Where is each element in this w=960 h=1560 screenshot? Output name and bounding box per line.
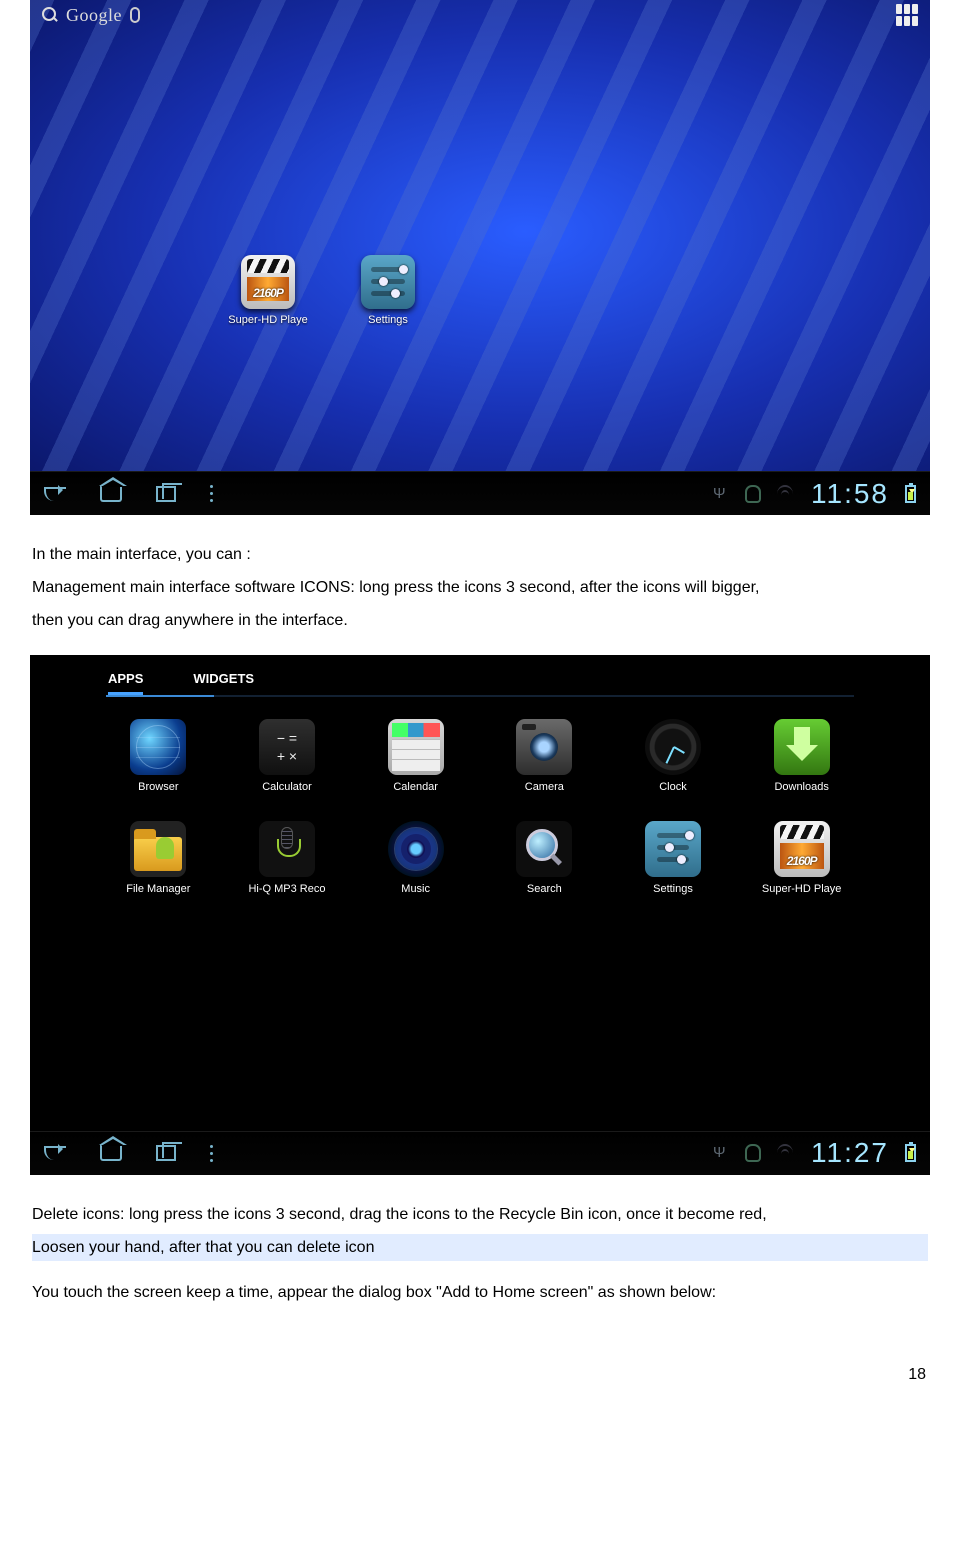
app-super-hd[interactable]: Super-HD Playe (745, 821, 858, 895)
search-icon[interactable] (42, 7, 58, 23)
android-debug-icon (745, 485, 761, 503)
back-button[interactable] (44, 487, 66, 501)
app-downloads[interactable]: Downloads (745, 719, 858, 793)
clock-icon (645, 719, 701, 775)
app-calculator[interactable]: Calculator (231, 719, 344, 793)
app-label: Calculator (231, 781, 344, 793)
doc-paragraph-1: In the main interface, you can : Managem… (32, 541, 928, 635)
app-label: Camera (488, 781, 601, 793)
app-search[interactable]: Search (488, 821, 601, 895)
home-icon-superhd[interactable]: Super-HD Playe (228, 255, 308, 326)
magnifier-icon (516, 821, 572, 877)
calendar-icon (388, 719, 444, 775)
more-button[interactable] (210, 1143, 234, 1163)
tab-underline (106, 695, 854, 697)
icon-label: Super-HD Playe (228, 314, 308, 326)
text-line: In the main interface, you can : (32, 541, 928, 568)
app-drawer-button[interactable] (896, 4, 918, 26)
home-icon-row: Super-HD Playe Settings (228, 255, 428, 326)
usb-icon (713, 1144, 729, 1162)
app-grid: Browser Calculator Calendar Camera Clock… (102, 719, 858, 895)
clock: 11:27 (811, 1137, 889, 1169)
android-debug-icon (745, 1144, 761, 1162)
app-label: Calendar (359, 781, 472, 793)
speaker-icon (388, 821, 444, 877)
app-label: Downloads (745, 781, 858, 793)
tab-apps[interactable]: APPS (108, 671, 143, 695)
doc-paragraph-2: Delete icons: long press the icons 3 sec… (32, 1201, 928, 1307)
app-calendar[interactable]: Calendar (359, 719, 472, 793)
text-line: Delete icons: long press the icons 3 sec… (32, 1201, 928, 1228)
drawer-tabs: APPS WIDGETS (108, 671, 254, 695)
app-file-manager[interactable]: File Manager (102, 821, 215, 895)
text-line: Management main interface software ICONS… (32, 574, 928, 601)
download-icon (774, 719, 830, 775)
system-navbar: 11:58 (30, 471, 930, 515)
screenshot-home: Google Super-HD Playe Settings (30, 0, 930, 515)
app-label: Settings (617, 883, 730, 895)
sliders-icon (645, 821, 701, 877)
usb-icon (713, 485, 729, 503)
voice-search-icon[interactable] (130, 7, 140, 23)
back-button[interactable] (44, 1146, 66, 1160)
wifi-icon (777, 1144, 795, 1162)
camera-icon (516, 719, 572, 775)
system-navbar: 11:27 (30, 1131, 930, 1175)
app-label: Hi-Q MP3 Reco (231, 883, 344, 895)
tab-widgets[interactable]: WIDGETS (193, 671, 254, 695)
app-label: Music (359, 883, 472, 895)
wifi-icon (777, 485, 795, 503)
clock: 11:58 (811, 478, 889, 510)
recent-button[interactable] (156, 486, 176, 502)
home-button[interactable] (100, 486, 122, 502)
sliders-icon (361, 255, 415, 309)
text-line: Loosen your hand, after that you can del… (32, 1234, 928, 1261)
app-clock[interactable]: Clock (617, 719, 730, 793)
home-button[interactable] (100, 1145, 122, 1161)
app-settings[interactable]: Settings (617, 821, 730, 895)
app-label: Clock (617, 781, 730, 793)
film-icon (241, 255, 295, 309)
recent-button[interactable] (156, 1145, 176, 1161)
battery-icon (905, 1144, 916, 1162)
app-browser[interactable]: Browser (102, 719, 215, 793)
battery-icon (905, 485, 916, 503)
folder-icon (130, 821, 186, 877)
globe-icon (130, 719, 186, 775)
app-label: Browser (102, 781, 215, 793)
app-label: File Manager (102, 883, 215, 895)
app-label: Search (488, 883, 601, 895)
app-camera[interactable]: Camera (488, 719, 601, 793)
wallpaper (30, 0, 930, 515)
top-bar: Google (30, 0, 930, 30)
more-button[interactable] (210, 484, 234, 504)
page-number: 18 (30, 1366, 930, 1384)
text-line: You touch the screen keep a time, appear… (32, 1279, 928, 1306)
text-line: then you can drag anywhere in the interf… (32, 607, 928, 634)
app-music[interactable]: Music (359, 821, 472, 895)
home-icon-settings[interactable]: Settings (348, 255, 428, 326)
google-search[interactable]: Google (66, 5, 122, 26)
microphone-icon (259, 821, 315, 877)
app-hiq-mp3[interactable]: Hi-Q MP3 Reco (231, 821, 344, 895)
calculator-icon (259, 719, 315, 775)
icon-label: Settings (348, 314, 428, 326)
film-icon (774, 821, 830, 877)
screenshot-app-drawer: APPS WIDGETS Browser Calculator Calendar… (30, 655, 930, 1175)
app-label: Super-HD Playe (745, 883, 858, 895)
